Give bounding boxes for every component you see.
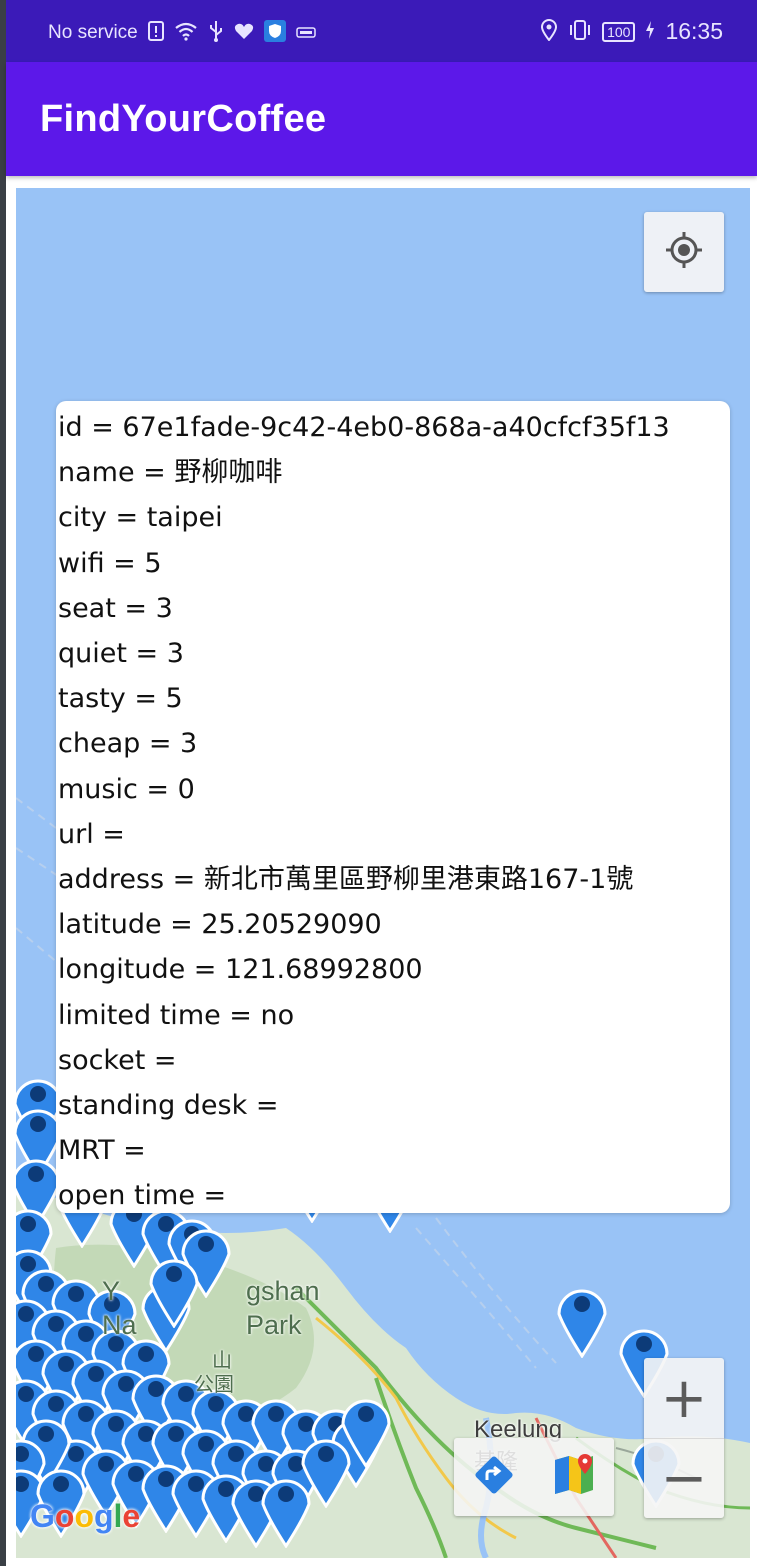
map-label: Y	[102, 1276, 121, 1306]
map-view[interactable]: Y Na gshan Park 山 公園 Keelung 基隆 id = 67e…	[16, 188, 750, 1558]
info-lines: id = 67e1fade-9c42-4eb0-868a-a40cfcf35f1…	[56, 405, 730, 1219]
usb-icon	[208, 20, 224, 46]
google-logo: Google	[30, 1498, 140, 1535]
info-line: wifi = 5	[58, 547, 162, 579]
google-logo-letter: e	[122, 1498, 141, 1534]
open-in-maps-button[interactable]	[534, 1438, 614, 1516]
alert-icon	[147, 21, 164, 45]
google-maps-icon	[551, 1452, 597, 1502]
wifi-icon	[174, 21, 198, 45]
map-label: Park	[246, 1310, 302, 1340]
google-logo-letter: g	[93, 1498, 114, 1534]
status-left: No service	[48, 20, 316, 46]
info-line: name = 野柳咖啡	[58, 457, 283, 489]
status-right: 100 16:35	[540, 18, 723, 45]
directions-icon	[472, 1453, 516, 1501]
map-label: 公園	[194, 1374, 234, 1396]
info-window[interactable]: id = 67e1fade-9c42-4eb0-868a-a40cfcf35f1…	[56, 401, 730, 1213]
info-line: address = 新北市萬里區野柳里港東路167-1號	[58, 864, 634, 896]
info-line: cheap = 3	[58, 728, 198, 760]
app-title: FindYourCoffee	[40, 98, 327, 140]
charging-icon	[645, 20, 655, 44]
battery-indicator: 100	[602, 21, 636, 42]
map-label: Na	[102, 1310, 137, 1340]
info-line: limited time = no	[58, 999, 295, 1031]
vpn-icon	[296, 23, 316, 43]
status-bar: No service 100 16:35	[6, 0, 757, 62]
heart-icon	[234, 22, 254, 44]
info-line: quiet = 3	[58, 638, 184, 670]
editor-strip	[0, 0, 6, 1566]
map-marker[interactable]	[554, 1276, 610, 1358]
google-logo-letter: G	[30, 1498, 55, 1534]
info-line: open time =	[58, 1180, 227, 1212]
crosshair-icon	[664, 230, 704, 274]
info-line: city = taipei	[58, 502, 223, 534]
info-line: seat = 3	[58, 592, 173, 624]
google-logo-letter: o	[74, 1498, 94, 1534]
shield-app-icon	[263, 20, 286, 46]
app-bar: FindYourCoffee	[6, 62, 757, 176]
info-line: tasty = 5	[58, 683, 183, 715]
info-line: longitude = 121.68992800	[58, 954, 423, 986]
clock: 16:35	[665, 18, 723, 44]
location-icon	[540, 18, 558, 45]
info-line: latitude = 25.20529090	[58, 909, 382, 941]
map-marker[interactable]	[258, 1466, 314, 1548]
info-line: socket =	[58, 1044, 177, 1076]
zoom-out-button[interactable]: −	[644, 1438, 724, 1518]
zoom-in-button[interactable]: +	[644, 1358, 724, 1439]
carrier-text: No service	[48, 22, 138, 43]
info-line: standing desk =	[58, 1090, 279, 1122]
directions-button[interactable]	[454, 1438, 534, 1516]
info-line: music = 0	[58, 773, 195, 805]
info-line: url =	[58, 818, 125, 850]
info-line: MRT =	[58, 1135, 146, 1167]
vibrate-icon	[568, 19, 592, 45]
map-toolbar	[454, 1438, 614, 1516]
info-line: id = 67e1fade-9c42-4eb0-868a-a40cfcf35f1…	[58, 412, 670, 443]
map-marker[interactable]	[146, 1246, 202, 1328]
app-screen: No service 100 16:35 FindYourCoffee Y Na…	[0, 0, 757, 1566]
my-location-button[interactable]	[644, 212, 724, 292]
zoom-control: + −	[644, 1358, 724, 1518]
google-logo-letter: o	[54, 1498, 75, 1534]
map-label: gshan	[246, 1276, 320, 1306]
